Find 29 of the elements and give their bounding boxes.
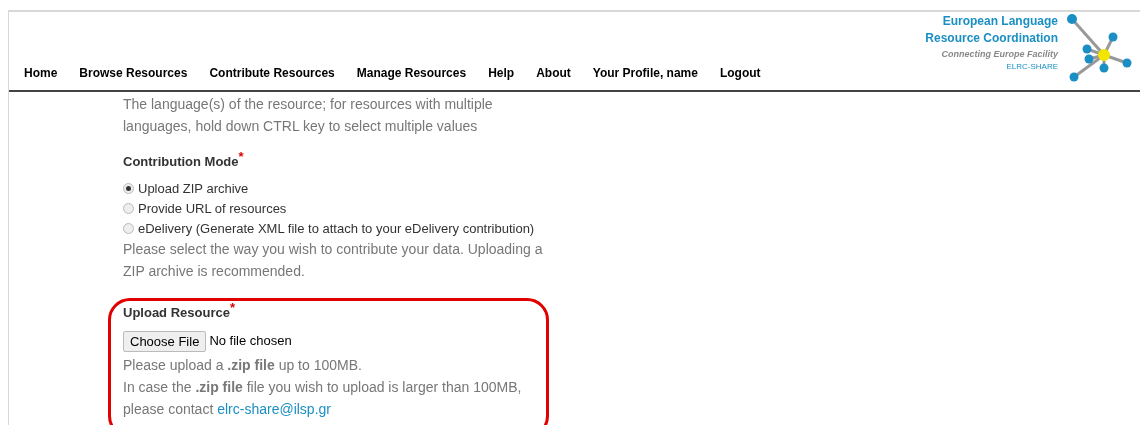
logo-tagline: Connecting Europe Facility xyxy=(941,48,1058,61)
nav-link[interactable]: Your Profile, name xyxy=(592,64,698,82)
required-mark: * xyxy=(229,303,235,313)
nav-link[interactable]: Browse Resources xyxy=(79,64,188,82)
field-label: Upload Resource xyxy=(123,304,230,322)
nav-link[interactable]: Logout xyxy=(719,64,761,82)
choose-file-button[interactable]: Choose File xyxy=(123,330,207,352)
logo-title: Resource Coordination xyxy=(925,30,1058,47)
file-status: No file chosen xyxy=(209,332,292,351)
nav-link[interactable]: About xyxy=(536,64,571,82)
radio-button[interactable] xyxy=(123,202,134,214)
field-label: Contribution Mode xyxy=(123,154,239,171)
radio-label[interactable]: Upload ZIP archive xyxy=(138,179,249,197)
nav-link[interactable]: Help xyxy=(488,64,515,82)
help-text: In case the .zip file file you wish to upload is larger than 100MB, please contact elrc-share@ilsp.gr xyxy=(123,377,523,419)
logo-product: ELRC-SHARE xyxy=(1006,61,1058,73)
required-mark: * xyxy=(238,152,244,162)
help-text: Please select the way you wish to contribute your data. Uploading a ZIP archive is recommended. xyxy=(123,239,543,281)
radio-label[interactable]: Provide URL of resources xyxy=(138,199,287,217)
nav-link[interactable]: Home xyxy=(24,64,58,82)
radio-label[interactable]: eDelivery (Generate XML file to attach to your eDelivery contribution) xyxy=(138,219,535,237)
nav-link[interactable]: Contribute Resources xyxy=(209,64,335,82)
help-text: Please upload a .zip file up to 100MB. xyxy=(123,355,363,375)
logo-title: European Language xyxy=(942,13,1058,30)
help-text: The language(s) of the resource; for resources with multiple languages, hold down CTRL key to select multiple values xyxy=(123,95,494,136)
radio-button[interactable] xyxy=(123,222,134,234)
nav-link[interactable]: Manage Resources xyxy=(356,64,467,82)
radio-button[interactable] xyxy=(123,182,134,194)
email-link[interactable]: elrc-share@ilsp.gr xyxy=(217,400,331,417)
